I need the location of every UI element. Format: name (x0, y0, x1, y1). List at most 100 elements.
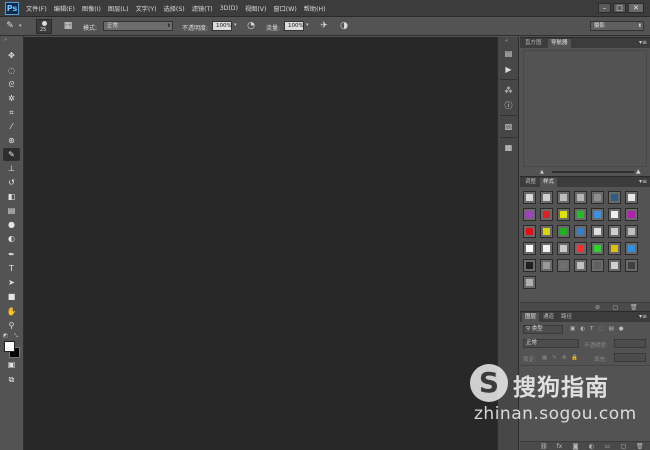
style-swatch[interactable] (523, 208, 536, 221)
style-swatch[interactable] (574, 259, 587, 272)
style-swatch[interactable] (574, 208, 587, 221)
delete-layer-icon[interactable]: 🗑 (636, 443, 644, 450)
hand-tool-icon[interactable]: ✋ (3, 305, 20, 318)
minimize-button[interactable]: – (598, 3, 611, 13)
panel-menu-icon[interactable]: ▾≡ (639, 312, 647, 322)
layer-filter-select[interactable]: ⚲ 类型 (523, 325, 563, 334)
new-style-icon[interactable]: ▢ (612, 304, 619, 311)
style-swatch[interactable] (608, 225, 621, 238)
adjustment-filter-icon[interactable]: ◐ (580, 326, 585, 332)
lasso-tool-icon[interactable]: ᘓ (3, 78, 20, 91)
tab-paths[interactable]: 路径 (558, 313, 575, 322)
type-tool-icon[interactable]: T (3, 262, 20, 275)
tab-channels[interactable]: 通道 (540, 313, 557, 322)
crop-tool-icon[interactable]: ⌗ (3, 106, 20, 119)
opacity-input[interactable]: 100% (212, 21, 232, 31)
lock-position-icon[interactable]: ✥ (562, 355, 567, 361)
style-swatch[interactable] (540, 259, 553, 272)
style-swatch[interactable] (591, 208, 604, 221)
style-swatch[interactable] (557, 259, 570, 272)
zoom-tool-icon[interactable]: ⚲ (3, 319, 20, 332)
history-panel-icon[interactable]: ▤ (502, 47, 515, 60)
style-swatch[interactable] (557, 242, 570, 255)
swap-colors-icon[interactable]: ⤡ (14, 333, 18, 339)
new-group-icon[interactable]: ▭ (604, 443, 611, 450)
style-swatch[interactable] (608, 191, 621, 204)
adjustment-layer-icon[interactable]: ◐ (588, 443, 595, 450)
zoom-out-icon[interactable]: ▲ (540, 169, 544, 175)
lock-pixels-icon[interactable]: ✎ (552, 355, 557, 361)
style-swatch[interactable] (540, 191, 553, 204)
layer-opacity-input[interactable] (614, 339, 646, 348)
opacity-dropdown-icon[interactable]: ▾ (234, 22, 237, 28)
brush-tool-icon[interactable]: ✎ (3, 148, 20, 161)
brush-tool-icon[interactable]: ✎ (4, 20, 16, 32)
default-colors-icon[interactable]: ◩ (3, 333, 8, 339)
dodge-tool-icon[interactable]: ◐ (3, 232, 20, 245)
menu-filter[interactable]: 滤镜(T) (192, 4, 213, 13)
style-swatch[interactable] (574, 242, 587, 255)
style-swatch[interactable] (608, 208, 621, 221)
style-swatch[interactable] (557, 225, 570, 238)
foreground-color-swatch[interactable] (4, 341, 15, 352)
workspace-select[interactable]: 摄影 ⬍ (590, 21, 644, 31)
style-swatch[interactable] (523, 191, 536, 204)
tab-styles[interactable]: 样式 (540, 178, 558, 187)
menu-window[interactable]: 窗口(W) (273, 4, 296, 13)
tab-layers[interactable]: 图层 (522, 313, 540, 322)
airbrush-icon[interactable]: ✈ (318, 20, 330, 32)
flow-dropdown-icon[interactable]: ▾ (306, 22, 309, 28)
pixel-filter-icon[interactable]: ▣ (570, 326, 575, 332)
type-filter-icon[interactable]: T (590, 326, 593, 332)
menu-image[interactable]: 图像(I) (82, 4, 101, 13)
lock-transparent-icon[interactable]: ▦ (542, 355, 547, 361)
style-swatch[interactable] (523, 276, 536, 289)
collapse-toolbar-icon[interactable]: » (4, 37, 7, 43)
flow-input[interactable]: 100% (284, 21, 304, 31)
gradient-tool-icon[interactable]: ▤ (3, 204, 20, 217)
brush-presets-icon[interactable]: ⁂ (502, 84, 515, 97)
style-swatch[interactable] (557, 191, 570, 204)
tab-adjustments[interactable]: 调整 (522, 178, 539, 187)
style-swatch[interactable] (591, 242, 604, 255)
style-swatch[interactable] (523, 225, 536, 238)
brush-panel-icon[interactable]: ▦ (62, 20, 74, 32)
pressure-size-icon[interactable]: ◑ (338, 20, 350, 32)
tab-histogram[interactable]: 直方图 (522, 39, 545, 48)
actions-panel-icon[interactable]: ▶ (502, 63, 515, 76)
menu-select[interactable]: 选择(S) (164, 4, 185, 13)
layer-mask-icon[interactable]: ◙ (572, 443, 579, 450)
style-swatch[interactable] (625, 225, 638, 238)
zoom-in-icon[interactable]: ▲ (636, 168, 641, 175)
lock-all-icon[interactable]: 🔒 (571, 355, 578, 361)
maximize-button[interactable]: □ (613, 3, 626, 13)
eraser-tool-icon[interactable]: ◧ (3, 190, 20, 203)
close-button[interactable]: ✕ (628, 3, 644, 13)
move-tool-icon[interactable]: ✥ (3, 49, 20, 62)
style-swatch[interactable] (540, 242, 553, 255)
blend-mode-select[interactable]: 正常 (523, 339, 579, 348)
clone-stamp-tool-icon[interactable]: ⊥ (3, 162, 20, 175)
rectangle-tool-icon[interactable]: ■ (3, 290, 20, 303)
menu-3d[interactable]: 3D(D) (220, 5, 238, 12)
brush-preset-picker[interactable]: 25 (36, 19, 52, 34)
style-swatch[interactable] (540, 208, 553, 221)
layer-comps-icon[interactable]: ▧ (502, 120, 515, 133)
style-swatch[interactable] (625, 259, 638, 272)
panel-menu-icon[interactable]: ▾≡ (639, 38, 647, 48)
style-swatch[interactable] (591, 225, 604, 238)
screen-mode-icon[interactable]: ⧉ (3, 373, 20, 386)
style-swatch[interactable] (540, 225, 553, 238)
tab-navigator[interactable]: 导航器 (548, 39, 571, 48)
paragraph-panel-icon[interactable]: ▦ (502, 141, 515, 154)
style-swatch[interactable] (625, 208, 638, 221)
menu-view[interactable]: 视图(V) (245, 4, 266, 13)
shape-filter-icon[interactable]: ⬚ (598, 326, 603, 332)
layer-style-icon[interactable]: fx (556, 443, 563, 450)
collapse-dock-icon[interactable]: « (505, 38, 508, 44)
style-swatch[interactable] (625, 242, 638, 255)
zoom-slider-track[interactable] (552, 171, 634, 173)
style-swatch[interactable] (557, 208, 570, 221)
style-swatch[interactable] (625, 191, 638, 204)
panel-menu-icon[interactable]: ▾≡ (639, 177, 647, 187)
